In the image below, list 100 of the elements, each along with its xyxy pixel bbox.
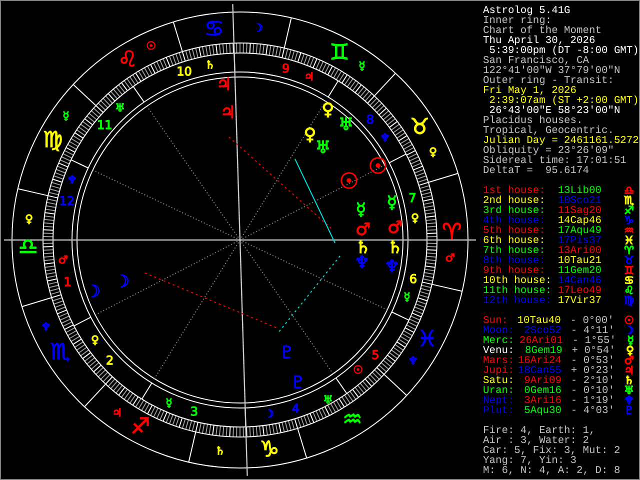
zodiac-sign-glyph: ♋	[204, 17, 224, 42]
house-number: 1	[64, 274, 72, 289]
house-number: 5	[372, 348, 380, 362]
chart-info-line: 26°43'00"E 58°23'00"N	[489, 106, 620, 116]
chart-info-line: Chart of the Moment	[483, 26, 602, 36]
planet-glyph: ♂	[624, 356, 634, 366]
zodiac-sign-glyph: ♉	[410, 115, 430, 140]
zodiac-sign-glyph: ♍	[42, 128, 63, 153]
planet-aspect-orb: - 0°53'	[570, 356, 616, 366]
ruler-glyph: ☉	[353, 364, 363, 376]
planet-glyph: ♆	[354, 253, 370, 273]
ruler-glyph: ♆	[67, 174, 77, 186]
ruler-glyph: ♀	[410, 212, 420, 224]
planet-aspect-orb: - 4°11'	[570, 326, 616, 336]
house-label: 1st house:	[483, 186, 546, 196]
ruler-glyph: ☿	[62, 110, 70, 122]
planet-glyph: ♃	[220, 103, 236, 123]
ruler-glyph: ♅	[323, 394, 333, 406]
planet-position: 18Can55	[516, 366, 562, 376]
planet-glyph: ☿	[386, 193, 398, 213]
chart-info-line: Placidus houses.	[483, 116, 583, 126]
planet-aspect-orb: - 0°00'	[570, 316, 615, 326]
element-summary-line: Fire: 4, Earth: 1,	[483, 426, 596, 436]
ruler-glyph: ♄	[205, 58, 215, 72]
house-cusp-position: 11Sag20	[558, 206, 602, 216]
planet-glyph: ♆	[624, 396, 634, 406]
planet-glyph: ☿	[356, 200, 366, 220]
ruler-glyph: ♅	[115, 102, 125, 114]
sign-glyph: ♒	[624, 226, 634, 236]
planet-aspect-orb: - 0°10'	[570, 386, 616, 396]
ruler-glyph: ☉	[146, 40, 156, 52]
sign-glyph: ♊	[624, 266, 634, 276]
planet-aspect-orb: - 1°19'	[570, 396, 616, 406]
ruler-glyph: ♃	[304, 70, 314, 84]
planet-aspect-orb: - 4°03'	[570, 406, 616, 416]
zodiac-sign-glyph: ♑	[260, 437, 280, 462]
planet-glyph: ♀	[304, 125, 316, 145]
house-label: 10th house:	[483, 276, 553, 286]
planet-glyph: ♇	[279, 343, 295, 363]
planet-label: Sun:	[483, 316, 508, 326]
house-label: 11th house:	[483, 286, 553, 296]
chart-info-line: San Francisco, CA	[483, 56, 590, 66]
house-number: 4	[292, 402, 300, 416]
house-cusp-position: 13Ari00	[558, 246, 602, 256]
planet-glyph: ♄	[624, 376, 634, 386]
house-number: 10	[176, 64, 192, 78]
planet-glyph: ♅	[338, 115, 354, 135]
chart-info-line: Fri May 1, 2026	[483, 86, 577, 96]
planet-glyph: ☽	[114, 272, 130, 292]
chart-info-line: Tropical, Geocentric.	[483, 126, 614, 136]
house-label: 12th house:	[483, 296, 553, 306]
element-summary-line: Car: 5, Fix: 3, Mut: 2	[483, 446, 622, 456]
planet-glyph: ♂	[387, 218, 403, 238]
sign-glyph: ♋	[624, 276, 634, 286]
planet-label: Uran:	[483, 386, 514, 396]
planet-position: 10Tau40	[516, 316, 561, 326]
sign-glyph: ♎	[624, 186, 634, 196]
chart-info-line: 2:39:07am (ST +2:00 GMT)	[488, 96, 638, 106]
sign-glyph: ♈	[624, 246, 634, 256]
chart-info-line: 5:39:00pm (DT -8:00 GMT)	[489, 46, 638, 56]
planet-aspect-orb: - 1°55'	[572, 336, 617, 346]
house-cusp-position: 10Tau21	[558, 256, 602, 266]
zodiac-sign-glyph: ♏	[50, 340, 70, 365]
sign-glyph: ♉	[624, 256, 634, 266]
planet-glyph: ♀	[322, 100, 334, 120]
ruler-glyph: ♆	[408, 354, 418, 368]
house-label: 3rd house:	[483, 206, 546, 216]
planet-glyph: ♅	[315, 138, 331, 158]
ruler-glyph: ♃	[112, 406, 122, 420]
planet-glyph: ☉	[624, 316, 634, 326]
chart-info-line: Julian Day = 2461161.5272	[483, 136, 638, 146]
planet-label: Plut:	[483, 406, 514, 416]
planet-glyph: ♀	[626, 346, 634, 356]
zodiac-sign-glyph: ♊	[330, 40, 350, 66]
house-cusp-position: 14Can46	[558, 276, 602, 286]
zodiac-sign-glyph: ♒	[342, 407, 362, 432]
house-label: 8th house:	[483, 256, 546, 266]
planet-glyph: ♆	[384, 257, 400, 277]
ruler-glyph: ♆	[41, 320, 51, 334]
house-number: 2	[106, 354, 114, 368]
house-number: 11	[96, 118, 112, 132]
sign-glyph: ♐	[624, 206, 634, 216]
planet-glyph: ☉	[339, 170, 359, 194]
planet-label: Satu:	[483, 376, 514, 386]
planet-glyph: ♄	[387, 238, 403, 258]
house-number: 9	[282, 62, 290, 76]
house-label: 6th house:	[483, 236, 546, 246]
planet-label: Nept:	[483, 396, 514, 406]
house-number: 7	[408, 191, 416, 206]
ruler-glyph: ♂	[445, 252, 455, 264]
zodiac-sign-glyph: ♐	[130, 414, 150, 440]
ruler-glyph: ♂	[58, 254, 68, 266]
zodiac-sign-glyph: ♎	[18, 234, 38, 260]
planet-glyph: ☉	[368, 154, 388, 180]
chart-info-line: Inner ring:	[483, 16, 552, 26]
ruler-glyph: ♄	[215, 444, 225, 458]
house-cusp-position: 11Gem20	[558, 266, 602, 276]
ruler-glyph: ☿	[404, 290, 410, 304]
house-cusp-position: 17Pis37	[558, 236, 602, 246]
planet-aspect-orb: + 0°23'	[570, 366, 616, 376]
